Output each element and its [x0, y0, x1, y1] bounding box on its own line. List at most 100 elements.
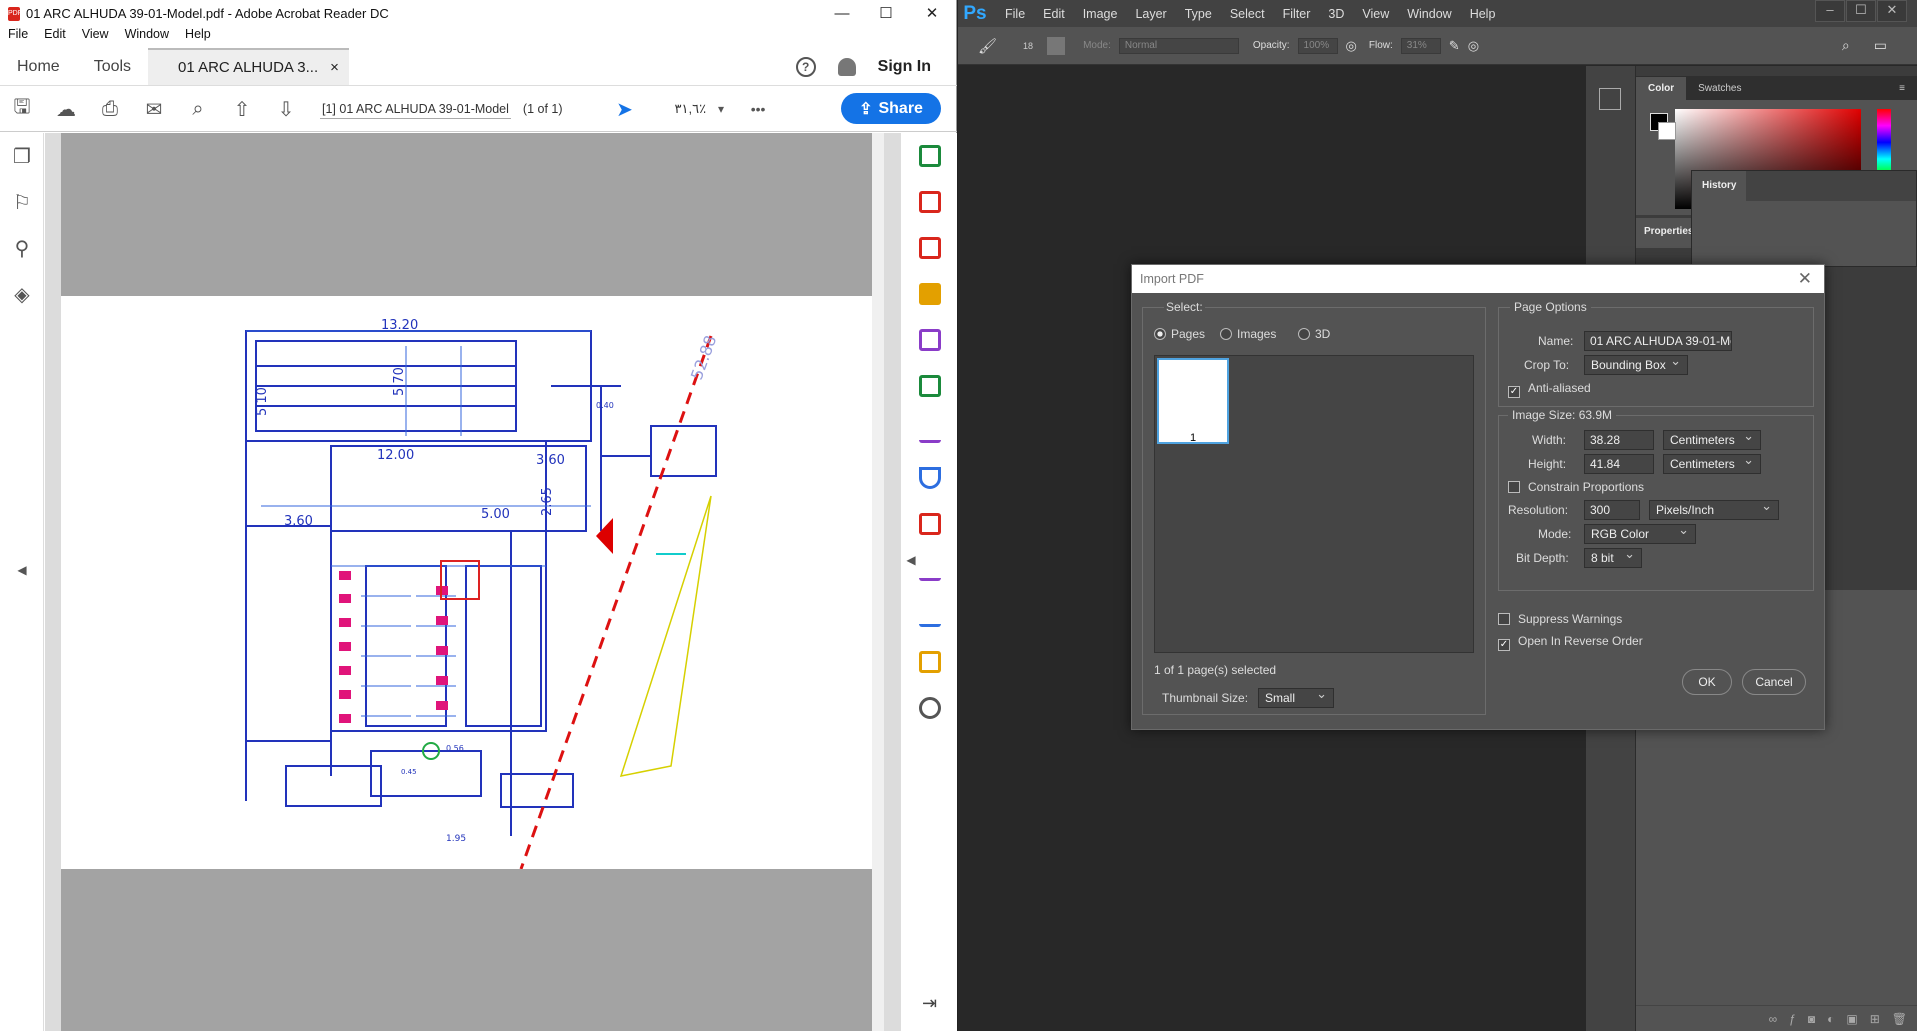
page-number-field[interactable]: [1] 01 ARC ALHUDA 39-01-Model — [320, 100, 511, 119]
thumbnail-size-select[interactable]: Small — [1258, 685, 1334, 708]
bookmark-icon[interactable]: ⚐ — [0, 179, 44, 225]
dialog-close-icon[interactable]: ✕ — [1798, 265, 1812, 293]
suppress-warnings-check[interactable] — [1498, 613, 1510, 625]
page-thumbnail-list[interactable]: 1 — [1154, 355, 1474, 653]
tab-swatches[interactable]: Swatches — [1686, 77, 1753, 100]
menu-file[interactable]: File — [0, 27, 36, 47]
organize-pages-icon[interactable] — [901, 225, 958, 271]
radio-images[interactable]: Images — [1220, 327, 1276, 341]
upload-cloud-icon[interactable]: ☁ — [44, 89, 88, 129]
anti-aliased-check[interactable]: ✓ — [1508, 386, 1520, 398]
layer-mask-icon[interactable]: ◙ — [1808, 1012, 1815, 1026]
radio-images-indicator[interactable] — [1220, 328, 1232, 340]
reverse-order-checkbox[interactable]: ✓ Open In Reverse Order — [1498, 634, 1643, 651]
workspace-icon[interactable]: ▭ — [1874, 37, 1887, 54]
minimize-icon[interactable]: — — [822, 0, 862, 27]
color-mode-select[interactable]: RGB Color — [1584, 521, 1696, 544]
notification-bell-icon[interactable] — [837, 58, 856, 76]
convert-pdf-icon[interactable] — [901, 501, 958, 547]
ps-menu-type[interactable]: Type — [1176, 7, 1221, 21]
brush-panel-icon[interactable] — [1047, 36, 1066, 55]
ps-menu-file[interactable]: File — [996, 7, 1034, 21]
color-panel-menu-icon[interactable]: ≡ — [1887, 77, 1917, 100]
ps-close-icon[interactable]: ✕ — [1877, 0, 1907, 22]
brush-tool-icon[interactable]: 🖌 — [978, 37, 997, 55]
ps-menu-3d[interactable]: 3D — [1319, 7, 1353, 21]
menu-window[interactable]: Window — [117, 27, 177, 47]
collapse-tools-icon[interactable]: ⇥ — [901, 993, 958, 1014]
ps-menu-edit[interactable]: Edit — [1034, 7, 1074, 21]
brush-size[interactable]: 18 — [1023, 41, 1033, 51]
left-panel-toggle-icon[interactable]: ◀ — [0, 563, 44, 593]
resolution-unit-select[interactable]: Pixels/Inch — [1649, 497, 1779, 520]
create-pdf-icon[interactable] — [901, 179, 958, 225]
link-layers-icon[interactable]: ∞ — [1769, 1012, 1778, 1026]
background-swatch[interactable] — [1658, 122, 1676, 140]
opacity-field[interactable]: 100% — [1297, 37, 1338, 54]
next-page-icon[interactable]: ⇩ — [264, 89, 308, 129]
crop-to-select[interactable]: Bounding Box — [1584, 352, 1688, 375]
layer-style-icon[interactable]: ƒ — [1789, 1012, 1796, 1026]
more-tools-icon[interactable]: ••• — [736, 89, 780, 129]
pressure-size-icon[interactable]: ◎ — [1468, 38, 1479, 54]
share-button[interactable]: ⇪ Share — [841, 93, 941, 124]
radio-pages-indicator[interactable] — [1154, 328, 1166, 340]
menu-help[interactable]: Help — [177, 27, 219, 47]
attachment-icon[interactable]: ⚲ — [0, 225, 44, 271]
maximize-icon[interactable]: ☐ — [866, 0, 906, 27]
export-pdf-icon[interactable] — [901, 133, 958, 179]
width-input[interactable]: 38.28 — [1584, 430, 1654, 450]
delete-layer-icon[interactable]: 🗑 — [1892, 1012, 1907, 1026]
save-icon[interactable]: 🖫 — [0, 89, 44, 129]
bit-depth-select[interactable]: 8 bit — [1584, 545, 1642, 568]
suppress-warnings-checkbox[interactable]: Suppress Warnings — [1498, 612, 1622, 626]
ps-maximize-icon[interactable]: ☐ — [1846, 0, 1876, 22]
adjustment-layer-icon[interactable]: ◐ — [1827, 1012, 1834, 1026]
anti-aliased-checkbox[interactable]: ✓ Anti-aliased — [1508, 381, 1591, 398]
document-scrollbar[interactable] — [872, 133, 884, 1031]
sign-in-button[interactable]: Sign In — [878, 58, 931, 76]
help-icon[interactable]: ? — [795, 57, 816, 77]
tab-history[interactable]: History — [1692, 171, 1747, 201]
select-cursor-icon[interactable]: ➤ — [603, 89, 647, 129]
layers-icon[interactable]: ◈ — [0, 271, 44, 317]
email-icon[interactable]: ✉ — [132, 89, 176, 129]
zoom-level[interactable]: ٣١,٦٪ — [675, 101, 707, 117]
tab-close-icon[interactable]: × — [330, 59, 339, 76]
ps-menu-window[interactable]: Window — [1398, 7, 1460, 21]
more-tools-wrench-icon[interactable] — [901, 685, 958, 731]
ps-search-icon[interactable]: ⌕ — [1842, 37, 1850, 54]
ok-button[interactable]: OK — [1682, 669, 1732, 695]
close-icon[interactable]: ✕ — [912, 0, 952, 27]
pressure-opacity-icon[interactable]: ◎ — [1346, 38, 1357, 54]
mode-select[interactable]: Normal — [1118, 37, 1239, 54]
compress-pdf-icon[interactable] — [901, 363, 958, 409]
menu-edit[interactable]: Edit — [36, 27, 74, 47]
ps-menu-view[interactable]: View — [1353, 7, 1398, 21]
ps-minimize-icon[interactable]: – — [1815, 0, 1845, 22]
tab-tools[interactable]: Tools — [77, 48, 148, 85]
airbrush-icon[interactable]: ✎ — [1449, 38, 1460, 54]
ps-menu-help[interactable]: Help — [1461, 7, 1505, 21]
tab-home[interactable]: Home — [0, 48, 77, 85]
height-input[interactable]: 41.84 — [1584, 454, 1654, 474]
tab-color[interactable]: Color — [1636, 76, 1687, 100]
radio-3d[interactable]: 3D — [1298, 327, 1330, 341]
search-icon[interactable]: ⌕ — [176, 89, 220, 129]
ps-menu-select[interactable]: Select — [1221, 7, 1274, 21]
resolution-input[interactable]: 300 — [1584, 500, 1640, 520]
right-panel-toggle-icon[interactable]: ◀ — [901, 553, 921, 567]
radio-pages[interactable]: Pages — [1154, 327, 1205, 341]
ps-menu-layer[interactable]: Layer — [1126, 7, 1175, 21]
width-unit-select[interactable]: Centimeters — [1663, 427, 1761, 450]
page-thumbnails-icon[interactable]: ❐ — [0, 133, 44, 179]
ps-menu-filter[interactable]: Filter — [1274, 7, 1320, 21]
zoom-dropdown-icon[interactable]: ▾ — [706, 89, 736, 129]
page-thumbnail[interactable]: 1 — [1157, 358, 1229, 444]
flow-field[interactable]: 31% — [1400, 37, 1441, 54]
new-group-icon[interactable]: ▣ — [1846, 1012, 1857, 1026]
send-for-comments-icon[interactable] — [901, 639, 958, 685]
history-panel-icon[interactable] — [1599, 88, 1621, 110]
new-layer-icon[interactable]: ⊞ — [1870, 1012, 1880, 1026]
name-input[interactable]: 01 ARC ALHUDA 39-01-Model.pdf — [1584, 331, 1732, 351]
